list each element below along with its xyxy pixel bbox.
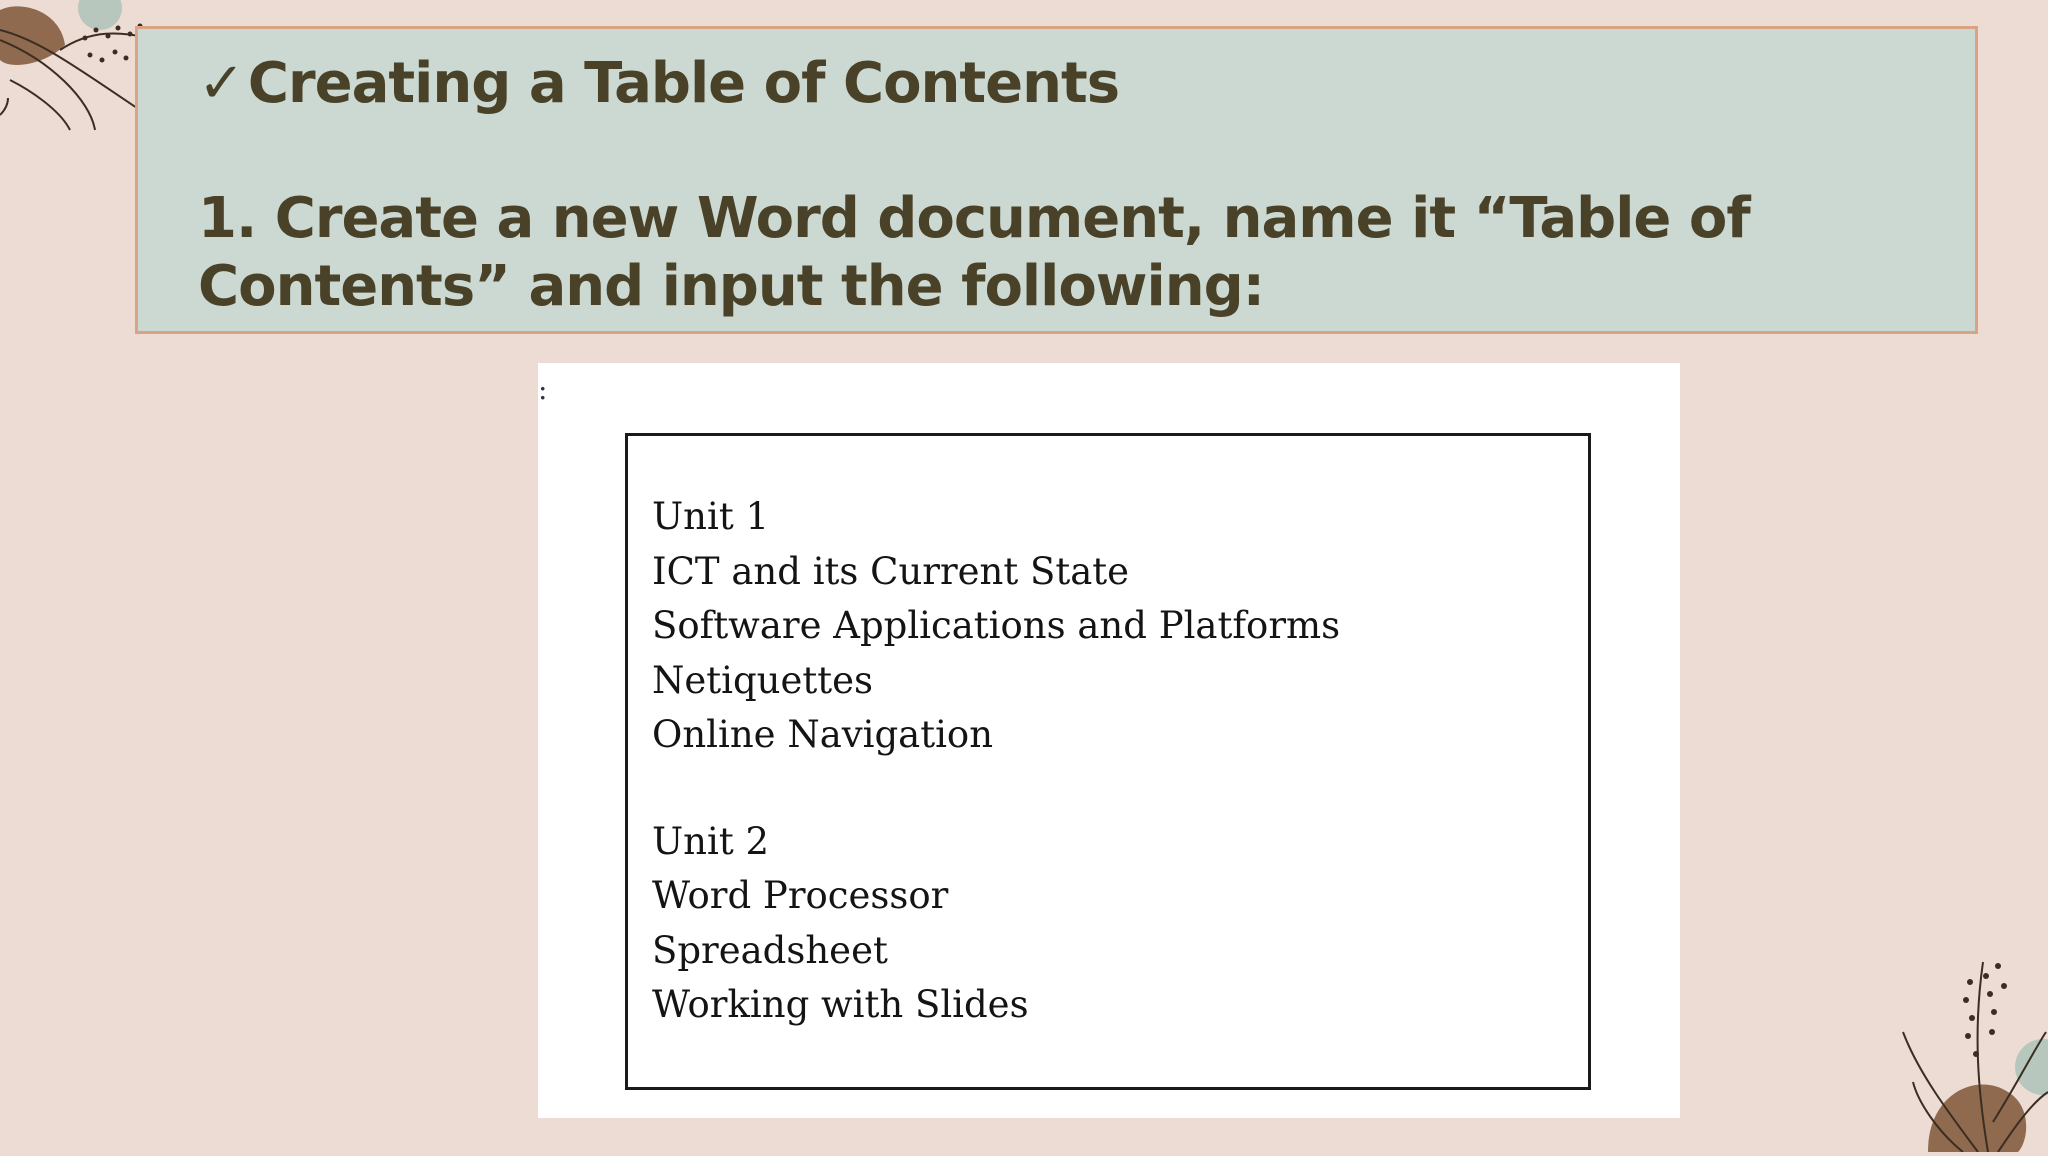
checkmark-icon: ✓: [198, 51, 245, 116]
cropped-text-fragment: :: [538, 373, 548, 406]
slide-heading-text: Creating a Table of Contents: [247, 51, 1120, 116]
botanical-decoration-bottom-right-icon: [1858, 942, 2048, 1153]
list-item: Word Processor: [652, 874, 949, 917]
title-banner: ✓Creating a Table of Contents 1. Create …: [135, 26, 1978, 334]
document-screenshot: : Unit 1 ICT and its Current State Softw…: [538, 363, 1680, 1118]
list-item: ICT and its Current State: [652, 549, 1130, 593]
list-item: Online Navigation: [652, 713, 994, 756]
list-item: Netiquettes: [652, 658, 874, 702]
list-item: Working with Slides: [652, 983, 1029, 1026]
list-item: Unit 1: [652, 495, 770, 538]
instruction-text: 1. Create a new Word document, name it “…: [198, 186, 1751, 319]
list-item: Unit 2: [652, 819, 770, 863]
table-of-contents-box: Unit 1 ICT and its Current State Softwar…: [625, 433, 1591, 1090]
list-item: Spreadsheet: [652, 928, 888, 972]
slide-heading: ✓Creating a Table of Contents: [198, 51, 1120, 116]
table-of-contents-list: Unit 1 ICT and its Current State Softwar…: [652, 490, 1340, 1033]
list-item: Software Applications and Platforms: [652, 604, 1341, 647]
